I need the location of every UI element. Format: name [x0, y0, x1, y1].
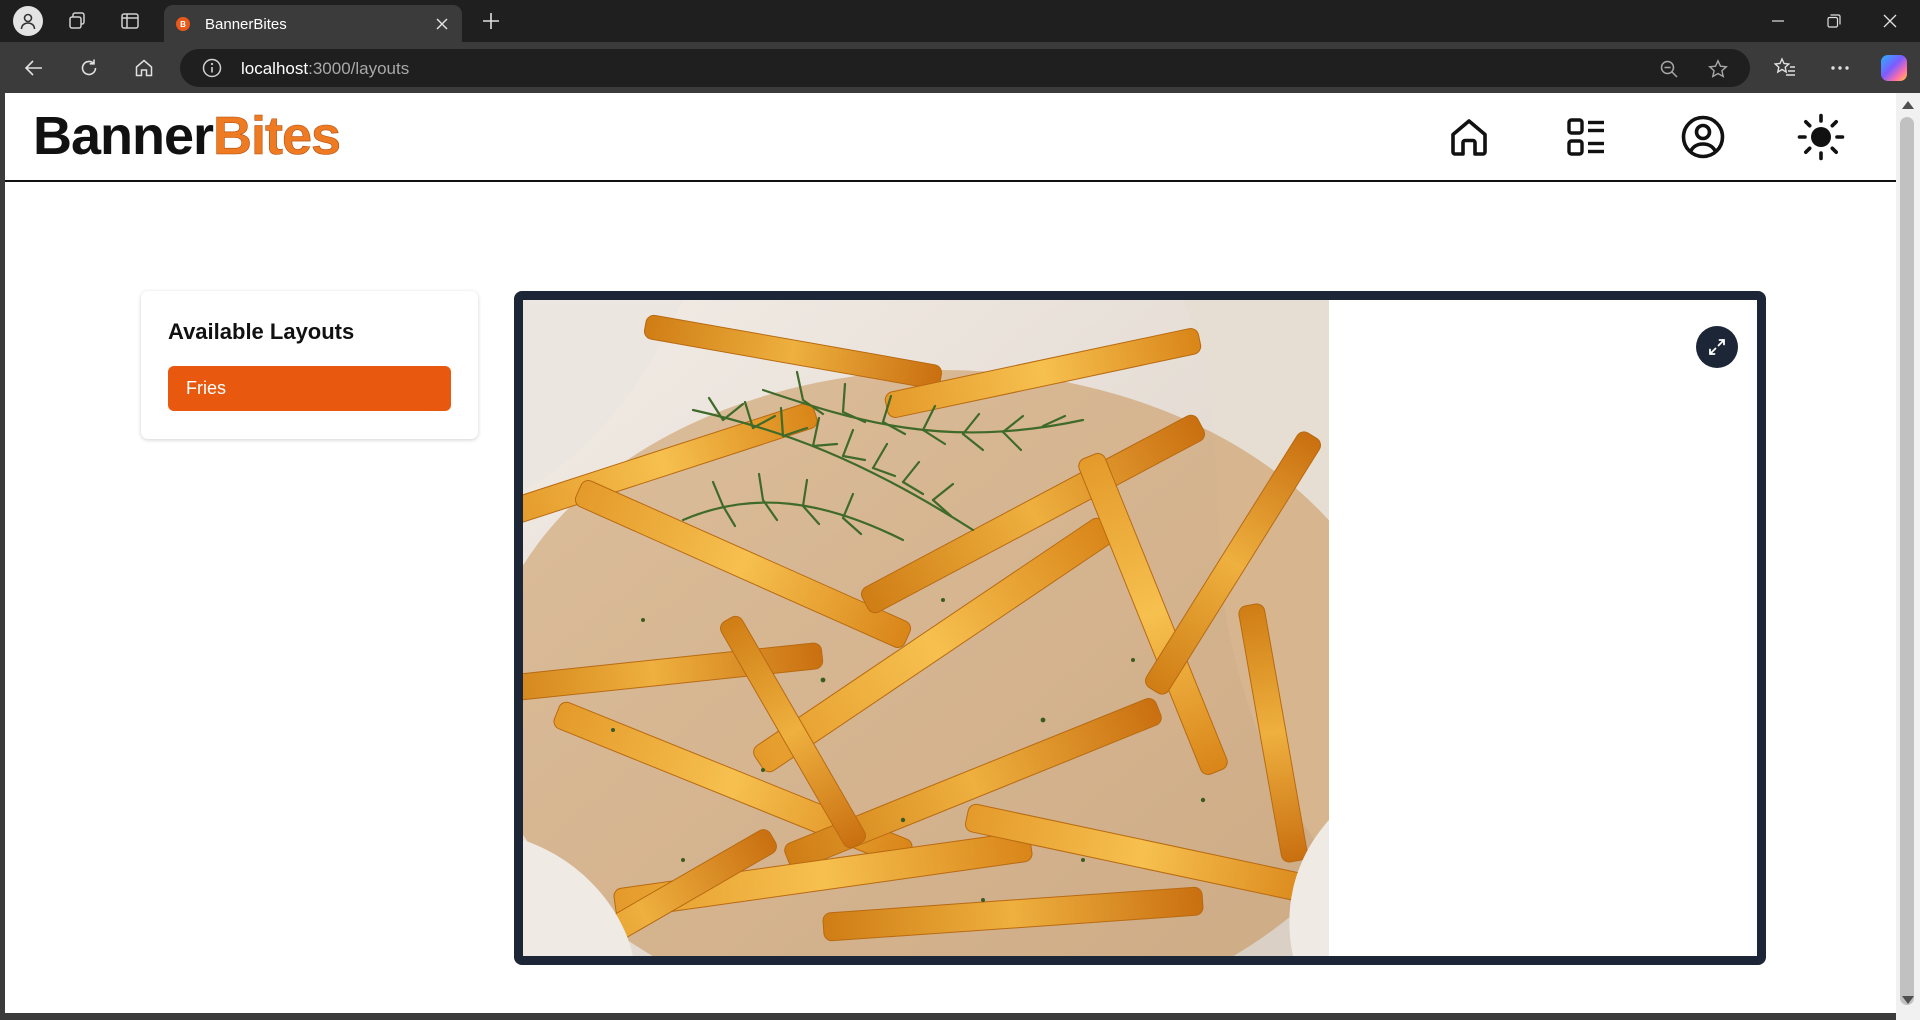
fries-photo-illustration [523, 300, 1329, 956]
expand-arrows-icon [1709, 339, 1725, 355]
zoom-out-icon [1660, 60, 1678, 78]
profile-button[interactable] [8, 6, 48, 36]
scrollbar-thumb[interactable] [1900, 117, 1914, 1005]
site-info-icon[interactable] [202, 58, 222, 78]
workspaces-button[interactable] [57, 6, 97, 36]
reload-button[interactable] [71, 51, 107, 85]
available-layouts-title: Available Layouts [168, 319, 355, 344]
minimize-icon [1772, 20, 1784, 22]
plus-icon [483, 13, 499, 29]
back-arrow-icon [24, 60, 42, 76]
tab-close-button[interactable] [430, 12, 454, 36]
restore-button[interactable] [1806, 0, 1862, 42]
fullscreen-button[interactable] [1696, 326, 1738, 368]
star-icon [1708, 59, 1728, 78]
scroll-up-arrow-icon[interactable] [1902, 101, 1914, 109]
zoom-button[interactable] [1658, 58, 1680, 80]
layout-list-icon [1567, 118, 1604, 156]
browser-tab-bar: B BannerBites [0, 0, 1920, 42]
favorites-button[interactable] [1767, 51, 1803, 85]
nav-profile-button[interactable] [1679, 113, 1727, 161]
address-bar-row: localhost:3000/layouts [0, 42, 1920, 93]
active-tab[interactable]: B BannerBites [164, 5, 462, 42]
available-layouts-card: Available Layouts Fries [141, 291, 478, 439]
more-options-button[interactable] [1822, 51, 1858, 85]
new-tab-button[interactable] [474, 6, 508, 36]
nav-home-button[interactable] [1445, 113, 1493, 161]
brand-name-part2: Bites [213, 106, 342, 166]
theme-toggle-button[interactable] [1797, 113, 1845, 161]
layout-preview-frame [514, 291, 1766, 965]
tab-title: BannerBites [205, 16, 287, 33]
home-icon [1451, 119, 1487, 156]
tab-actions-button[interactable] [110, 6, 150, 36]
url-host: localhost [241, 59, 309, 78]
url-text: localhost:3000/layouts [241, 59, 409, 79]
more-horizontal-icon [1831, 66, 1849, 70]
back-button[interactable] [16, 51, 52, 85]
favorites-list-icon [1774, 57, 1795, 76]
url-bar[interactable]: localhost:3000/layouts [180, 49, 1750, 87]
close-window-button[interactable] [1862, 0, 1918, 42]
user-circle-icon [1681, 115, 1725, 159]
nav-layouts-button[interactable] [1562, 113, 1610, 161]
close-icon [1883, 14, 1897, 28]
restore-icon [1827, 14, 1841, 28]
profile-icon [13, 6, 43, 36]
minimize-button[interactable] [1750, 0, 1806, 42]
window-bottom-edge [0, 1013, 1920, 1020]
page-scrollbar[interactable] [1896, 93, 1920, 1020]
brand-logo[interactable]: BannerBites [33, 106, 342, 166]
home-icon [135, 59, 153, 77]
reload-icon [81, 59, 97, 76]
favicon-icon: B [176, 17, 190, 31]
copilot-button[interactable] [1876, 51, 1912, 85]
workspaces-icon [69, 12, 85, 29]
app-header: BannerBites [5, 93, 1896, 182]
close-icon [436, 18, 448, 30]
page-viewport: BannerBites Available Layouts Fries [5, 93, 1896, 1013]
brand-name-part1: Banner [33, 106, 214, 166]
layout-item-fries[interactable]: Fries [168, 366, 451, 411]
favorite-button[interactable] [1707, 58, 1729, 80]
tab-actions-icon [121, 13, 139, 29]
sun-icon [1797, 113, 1845, 161]
home-button[interactable] [126, 51, 162, 85]
url-path: :3000/layouts [308, 59, 410, 78]
fries-image [523, 300, 1329, 956]
copilot-icon [1881, 55, 1907, 81]
layout-item-label: Fries [186, 378, 226, 398]
scroll-down-arrow-icon[interactable] [1902, 996, 1914, 1004]
